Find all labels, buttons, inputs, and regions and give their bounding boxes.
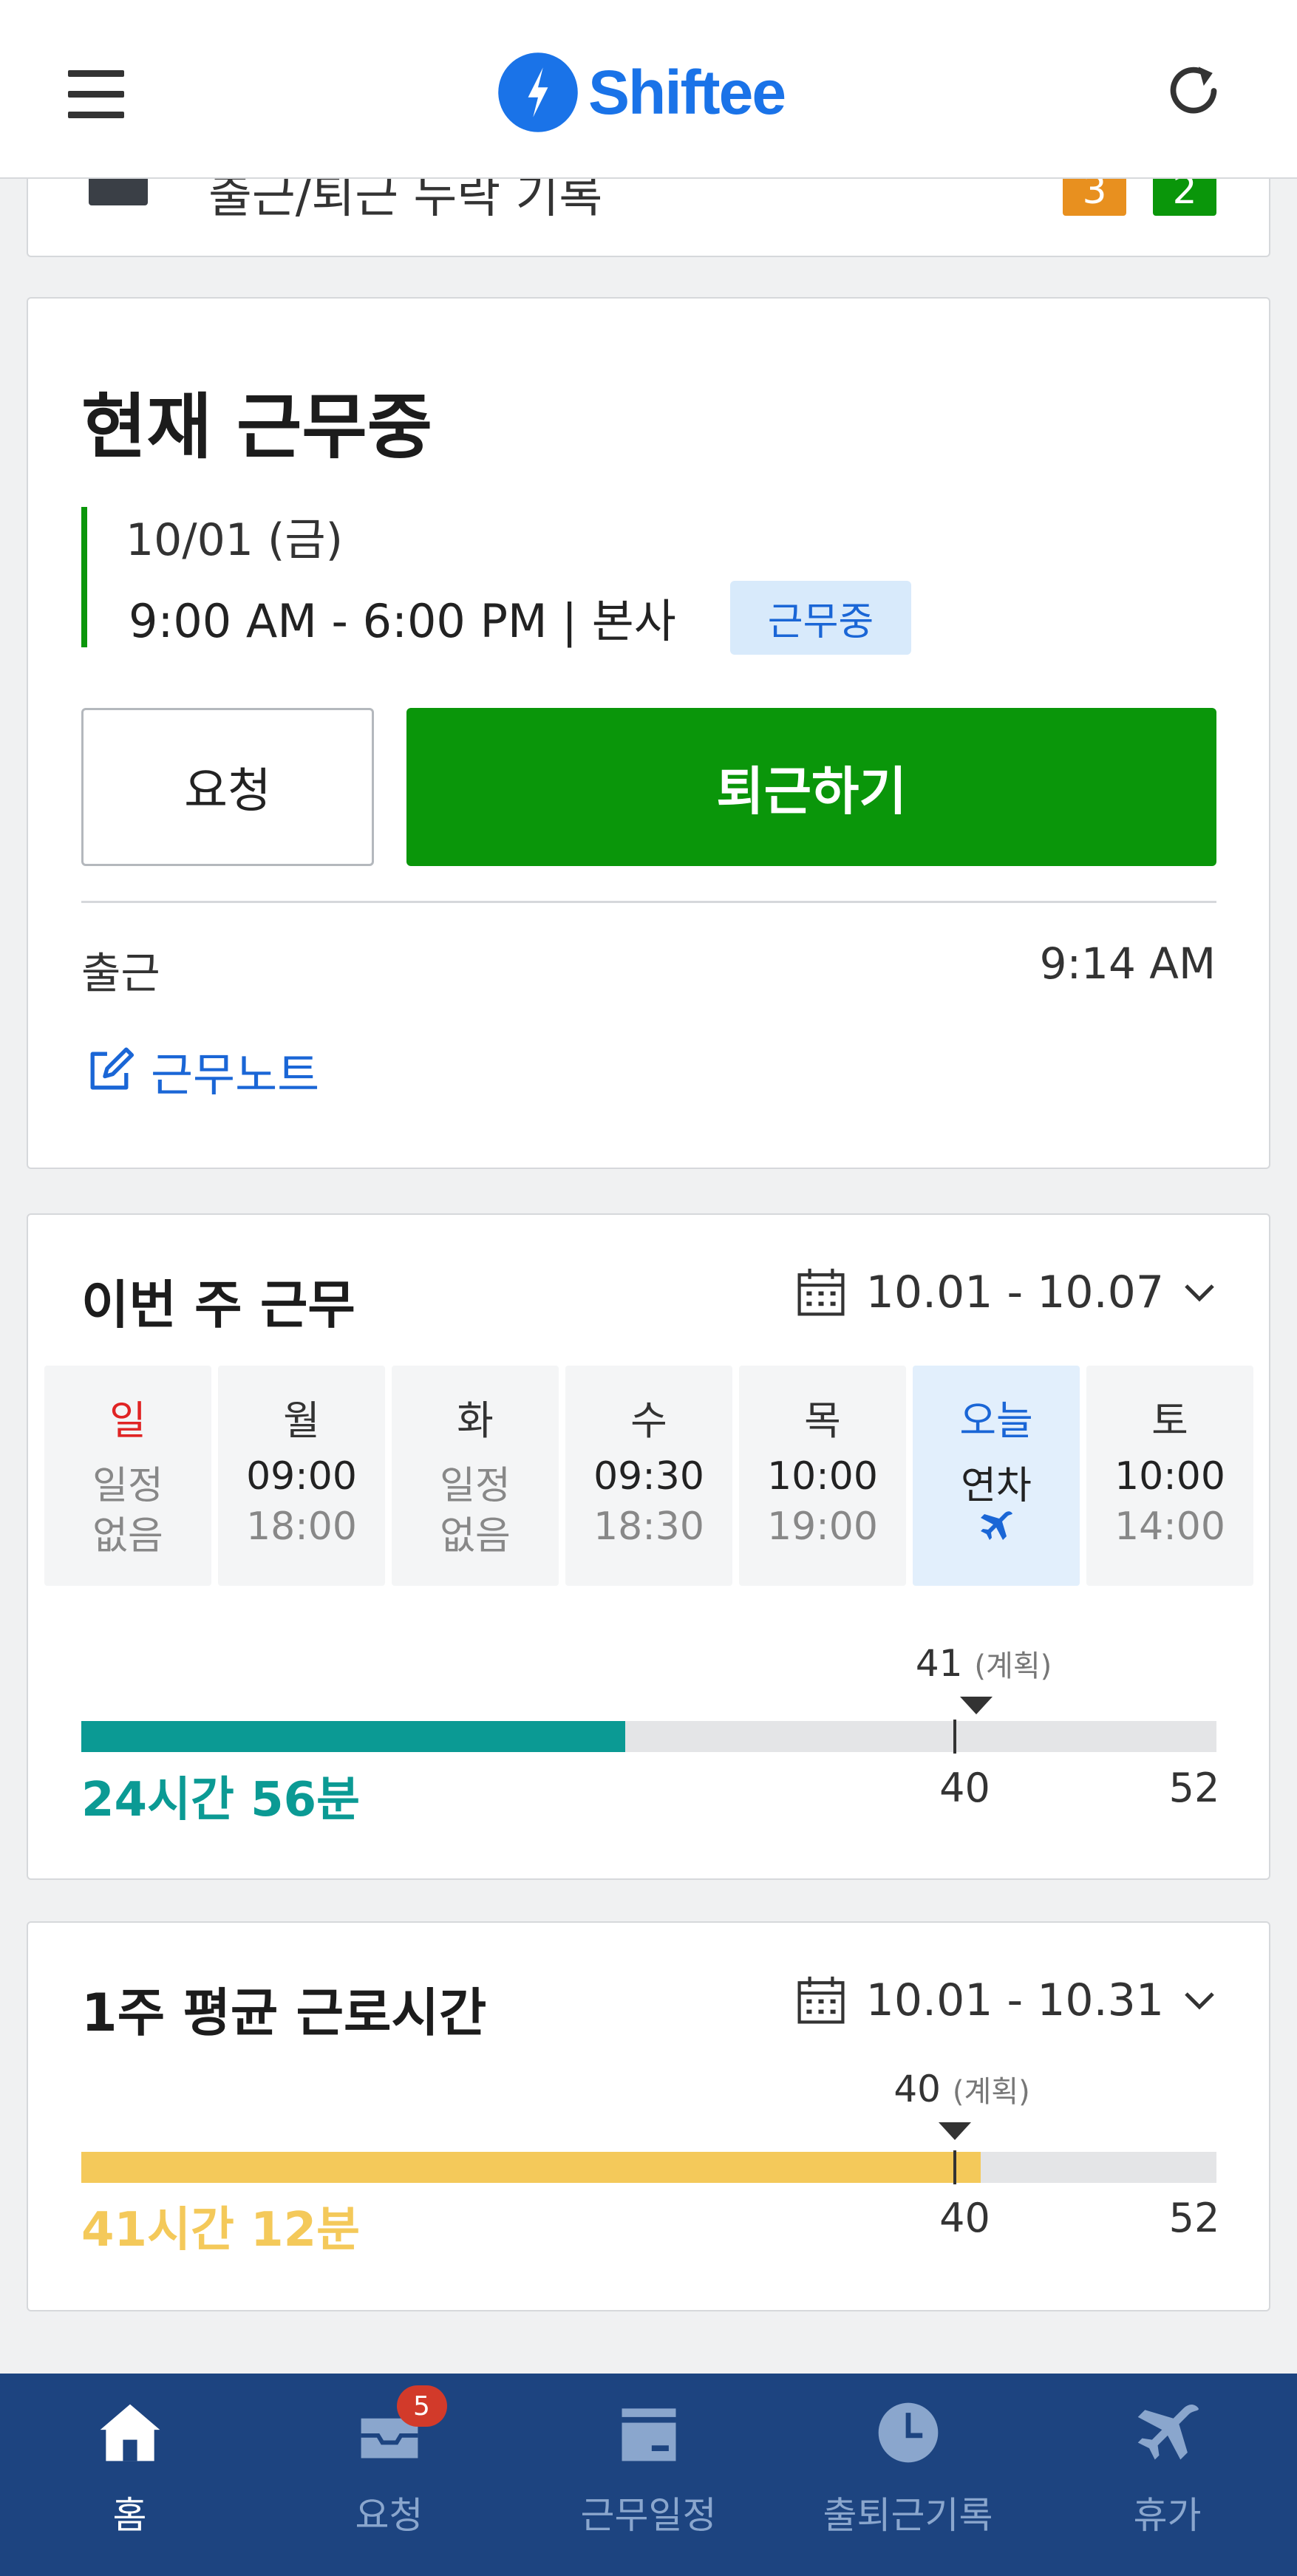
clock-in-label: 출근 (81, 948, 160, 998)
day-name: 일 (109, 1397, 146, 1444)
work-note-label: 근무노트 (151, 1048, 320, 1102)
planned-hours-caption: (계획) (952, 2075, 1030, 2109)
day-schedule-start: 일정 (92, 1464, 163, 1508)
logo-text: Shiftee (588, 57, 786, 127)
day-today[interactable]: 오늘 연차 (913, 1366, 1080, 1586)
shift-date: 10/01 (금) (126, 514, 343, 566)
day-name: 목 (804, 1397, 841, 1444)
average-worked-total: 41시간 12분 (81, 2203, 361, 2258)
this-week-card: 이번 주 근무 10.01 - 10.07 일 일정 없음 월 09:00 18… (27, 1213, 1270, 1880)
day-name: 월 (283, 1397, 320, 1444)
edit-icon (90, 1047, 135, 1090)
card-title: 현재 근무중 (81, 386, 433, 468)
day-schedule-start: 10:00 (1114, 1454, 1225, 1499)
day-wed[interactable]: 수 09:30 18:30 (565, 1366, 732, 1586)
month-range-text: 10.01 - 10.31 (865, 1974, 1164, 2026)
day-schedule-end: 14:00 (1114, 1505, 1225, 1549)
month-range-selector[interactable]: 10.01 - 10.31 (795, 1974, 1216, 2026)
shiftee-logo-icon (498, 52, 578, 132)
day-name: 화 (457, 1397, 494, 1444)
card-title: 이번 주 근무 (81, 1275, 355, 1335)
bottom-nav: 홈 5 요청 근무일정 출퇴근기록 휴가 (0, 2374, 1297, 2576)
week-range-text: 10.01 - 10.07 (865, 1267, 1164, 1318)
average-hours-bar (81, 2150, 1216, 2184)
shiftee-logo[interactable]: Shiftee (497, 49, 786, 136)
day-mon[interactable]: 월 09:00 18:00 (218, 1366, 385, 1586)
airplane-icon (981, 1511, 1012, 1540)
nav-requests[interactable]: 5 요청 (259, 2374, 519, 2576)
week-range-selector[interactable]: 10.01 - 10.07 (795, 1267, 1216, 1318)
day-schedule-start: 09:00 (246, 1454, 357, 1499)
forty-hour-tick (953, 2150, 956, 2184)
day-leave-type: 연차 (961, 1464, 1032, 1508)
current-work-card: 현재 근무중 10/01 (금) 9:00 AM - 6:00 PM | 본사 … (27, 297, 1270, 1169)
requests-count-badge: 5 (396, 2385, 447, 2427)
clock-in-time: 9:14 AM (1039, 938, 1216, 989)
day-name: 오늘 (959, 1397, 1033, 1444)
top-header: Shiftee (0, 0, 1297, 179)
week-hours-fill (81, 1721, 626, 1752)
forty-hour-tick (953, 1720, 956, 1754)
week-worked-total: 24시간 56분 (81, 1773, 361, 1827)
nav-label: 출퇴근기록 (823, 2494, 993, 2537)
nav-label: 홈 (112, 2494, 147, 2537)
day-schedule-end: 없음 (440, 1514, 511, 1558)
day-tue[interactable]: 화 일정 없음 (392, 1366, 559, 1586)
day-schedule-start: 09:30 (593, 1454, 704, 1499)
scale-label-max: 52 (1168, 2195, 1220, 2241)
planned-hours-caption: (계획) (974, 1649, 1052, 1683)
week-days: 일 일정 없음 월 09:00 18:00 화 일정 없음 수 09:30 18… (44, 1366, 1253, 1586)
day-schedule-start: 10:00 (767, 1454, 878, 1499)
day-schedule-end: 19:00 (767, 1505, 878, 1549)
day-sat[interactable]: 토 10:00 14:00 (1086, 1366, 1253, 1586)
nav-vacation[interactable]: 휴가 (1038, 2374, 1297, 2576)
day-schedule-end: 18:00 (246, 1505, 357, 1549)
hamburger-icon[interactable] (68, 70, 124, 118)
nav-label: 근무일정 (580, 2494, 717, 2537)
calendar-icon (797, 1268, 845, 1316)
day-schedule-start: 일정 (440, 1464, 511, 1508)
day-name: 토 (1151, 1397, 1188, 1444)
scale-label-40: 40 (939, 1765, 990, 1811)
airplane-icon (1137, 2404, 1199, 2460)
planned-hours-label: 40 (계획) (893, 2068, 1029, 2110)
nav-home[interactable]: 홈 (0, 2374, 259, 2576)
home-icon (100, 2404, 160, 2461)
work-note-link[interactable]: 근무노트 (81, 1037, 319, 1104)
chevron-down-icon (1185, 1284, 1214, 1302)
nav-attendance[interactable]: 출퇴근기록 (778, 2374, 1038, 2576)
day-name: 수 (630, 1397, 667, 1444)
divider (81, 901, 1216, 903)
planned-marker (960, 1697, 993, 1714)
request-button[interactable]: 요청 (81, 708, 374, 866)
day-schedule-end: 없음 (92, 1514, 163, 1558)
nav-label: 요청 (355, 2494, 423, 2537)
calendar-icon (622, 2408, 675, 2461)
average-hours-fill (81, 2152, 981, 2183)
day-sun[interactable]: 일 일정 없음 (44, 1366, 211, 1586)
clock-icon (878, 2402, 938, 2463)
nav-label: 휴가 (1133, 2494, 1202, 2537)
calendar-icon (797, 1976, 845, 2024)
week-hours-bar (81, 1720, 1216, 1754)
shift-accent-bar (81, 507, 87, 647)
planned-hours-value: 40 (893, 2068, 941, 2110)
weekly-average-card: 1주 평균 근로시간 10.01 - 10.31 40 (계획) 41시간 12… (27, 1921, 1270, 2311)
card-title: 1주 평균 근로시간 (81, 1983, 487, 2043)
day-thu[interactable]: 목 10:00 19:00 (739, 1366, 906, 1586)
scale-label-max: 52 (1168, 1765, 1220, 1811)
planned-hours-value: 41 (915, 1642, 963, 1685)
status-badge: 근무중 (730, 581, 911, 655)
shift-time-location: 9:00 AM - 6:00 PM | 본사 (129, 594, 676, 648)
scale-label-40: 40 (939, 2195, 990, 2241)
day-schedule-end: 18:30 (593, 1505, 704, 1549)
planned-marker (938, 2122, 971, 2140)
chevron-down-icon (1185, 1992, 1214, 2010)
planned-hours-label: 41 (계획) (916, 1642, 1052, 1685)
nav-schedule[interactable]: 근무일정 (519, 2374, 778, 2576)
refresh-icon[interactable] (1162, 59, 1225, 123)
clock-out-button[interactable]: 퇴근하기 (406, 708, 1216, 866)
